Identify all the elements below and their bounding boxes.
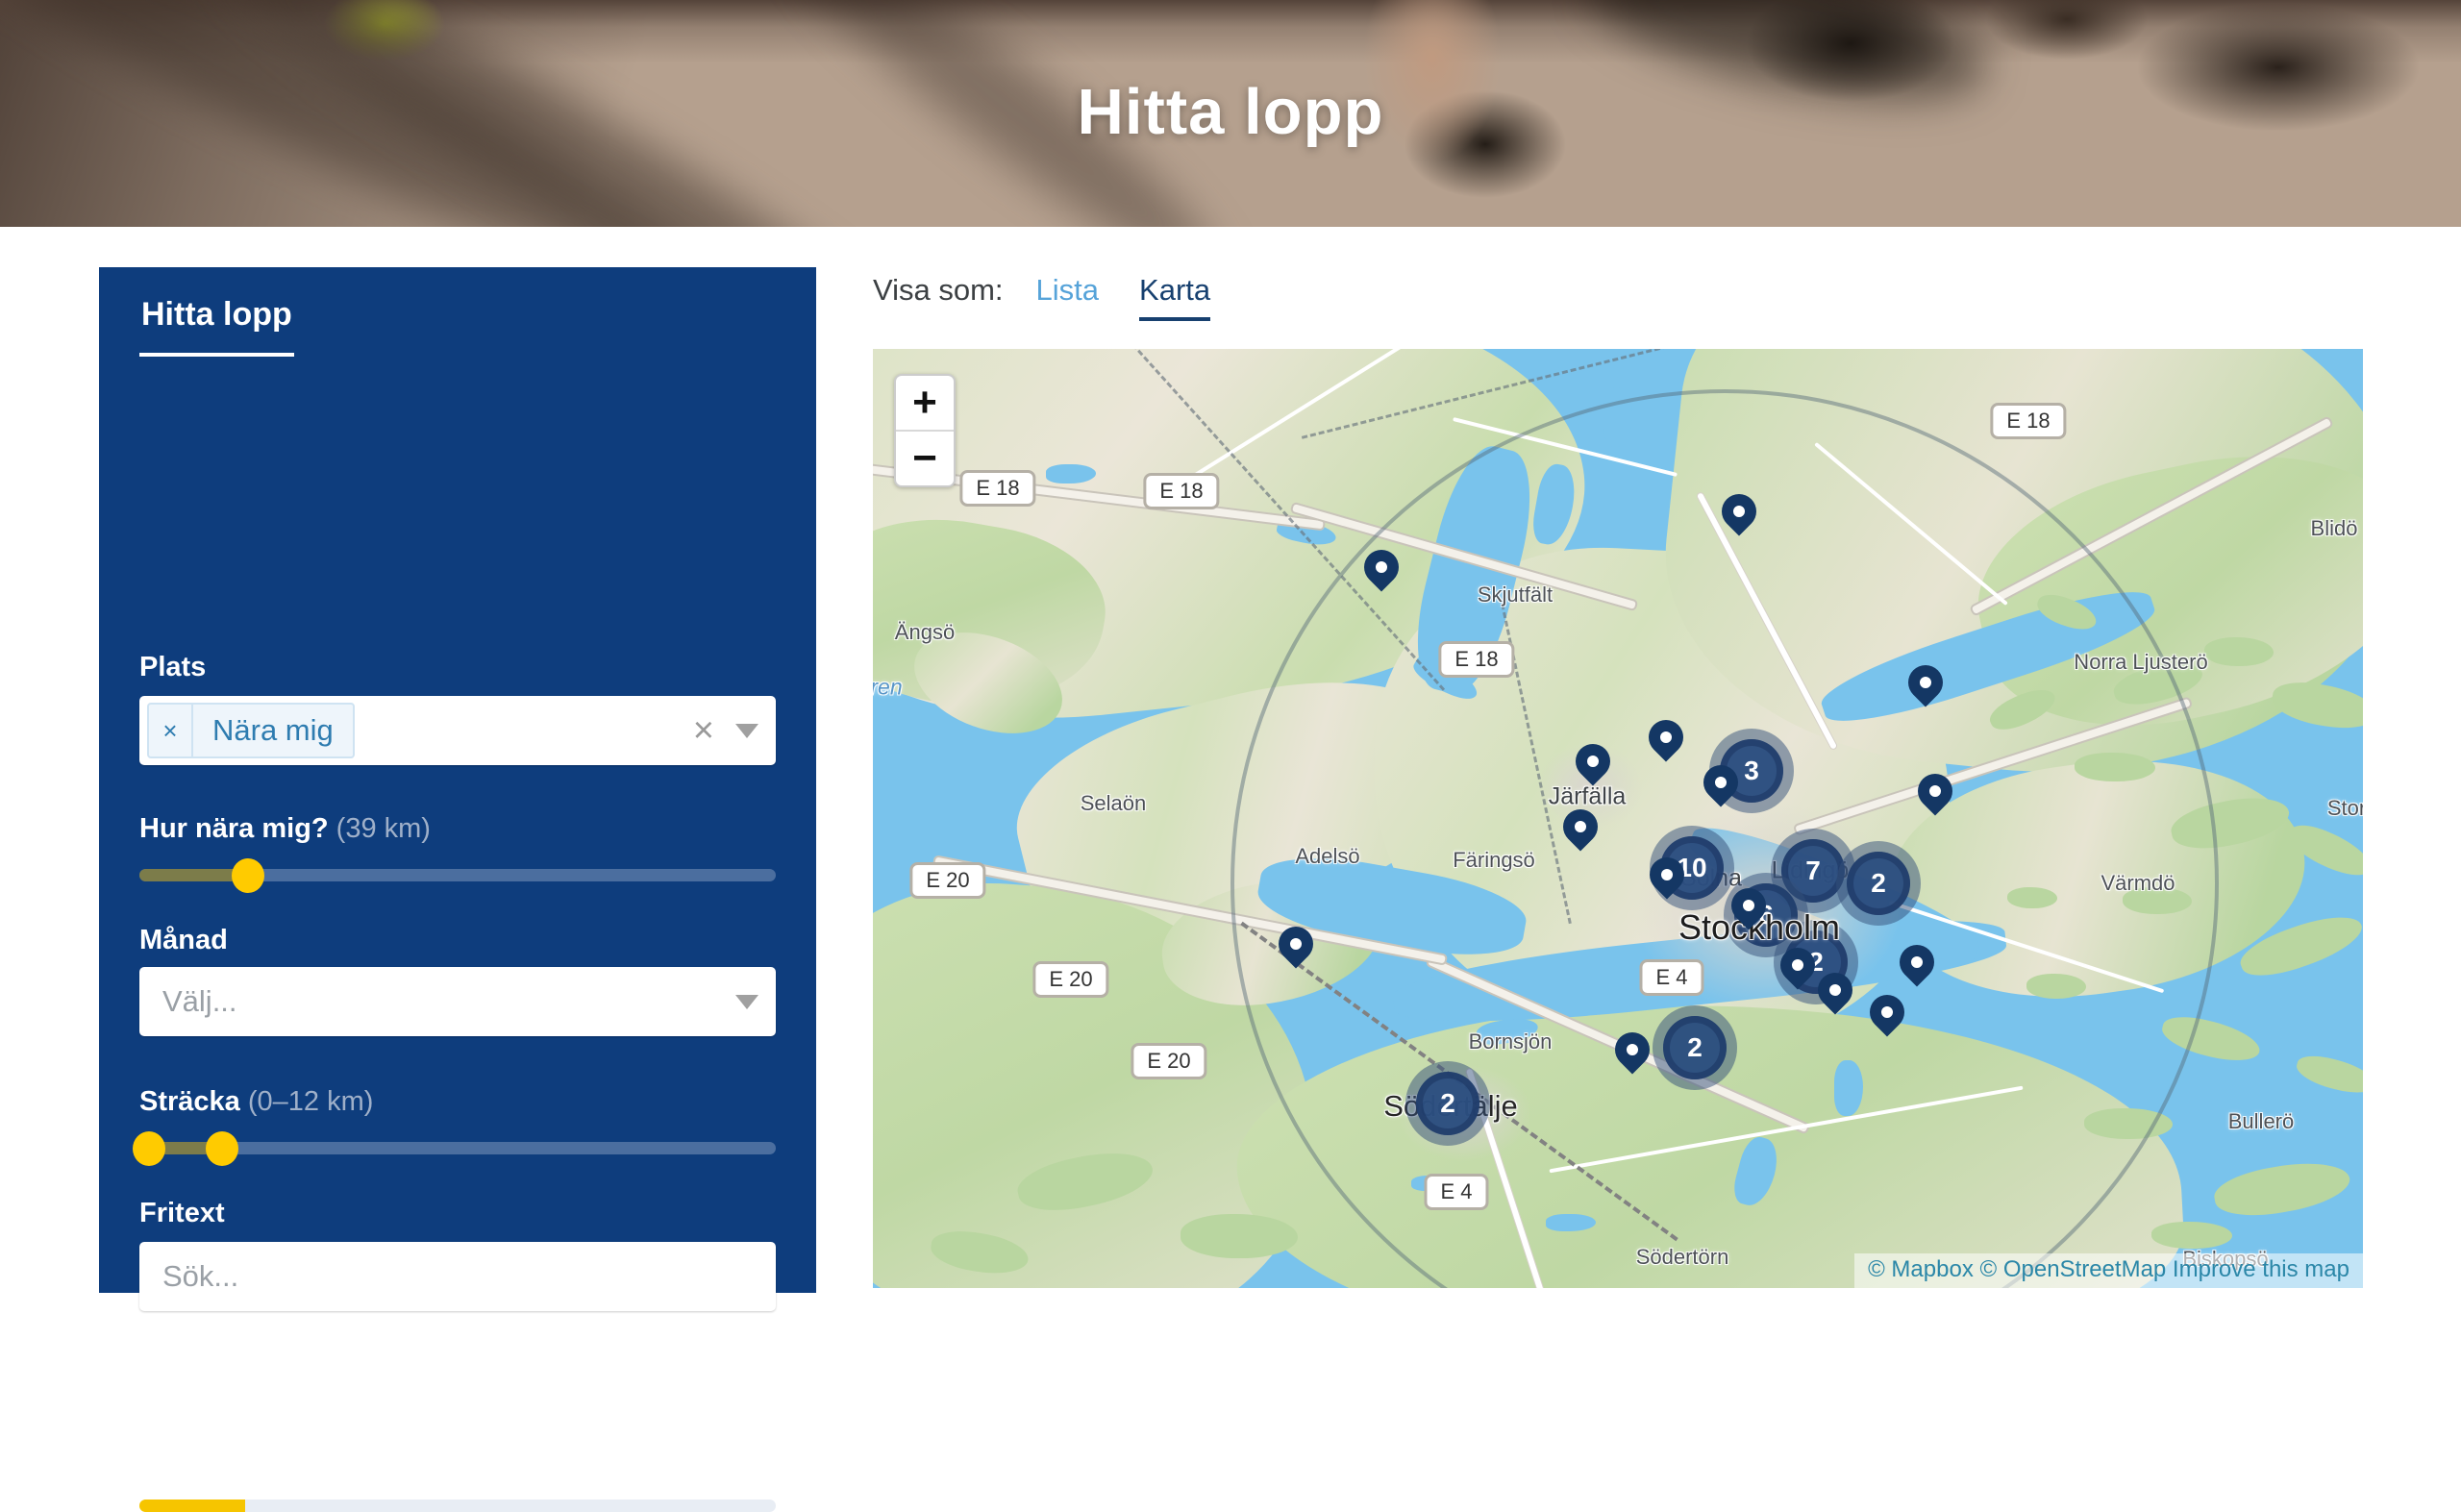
- map-pin[interactable]: [1649, 720, 1683, 755]
- map-island: [2151, 1222, 2232, 1249]
- map-pin[interactable]: [1870, 995, 1904, 1029]
- stretch-slider[interactable]: [139, 1130, 776, 1165]
- map-place-label: Adelsö: [1295, 844, 1359, 869]
- map-road-shield: E 4: [1424, 1174, 1488, 1210]
- plats-select[interactable]: × Nära mig ×: [139, 696, 776, 765]
- map-island: [2269, 677, 2363, 734]
- fritext-input[interactable]: Sök...: [139, 1242, 776, 1311]
- stretch-value: (0–12 km): [248, 1086, 374, 1117]
- map-island: [1181, 1214, 1298, 1258]
- distance-label: Hur nära mig? (39 km): [139, 813, 776, 845]
- map-place-label: ren: [873, 675, 903, 701]
- tag-remove-icon[interactable]: ×: [149, 705, 193, 756]
- map-pin[interactable]: [1703, 765, 1738, 800]
- map-road-shield: E 18: [1990, 403, 2066, 439]
- chevron-down-icon[interactable]: [735, 724, 758, 738]
- map-pin[interactable]: [1576, 744, 1610, 779]
- slider-handle-high[interactable]: [206, 1131, 238, 1166]
- map-place-label: Skjutfält: [1478, 582, 1553, 607]
- map-island: [2211, 1154, 2353, 1224]
- month-placeholder: Välj...: [162, 984, 237, 1019]
- slider-handle[interactable]: [232, 858, 264, 893]
- clear-icon[interactable]: ×: [693, 712, 714, 749]
- map-pin[interactable]: [1650, 857, 1684, 892]
- map-place-label: Bullerö: [2228, 1109, 2294, 1134]
- chevron-down-icon[interactable]: [735, 995, 758, 1009]
- map-zoom-control: + −: [894, 374, 956, 487]
- distance-value: (39 km): [336, 813, 431, 844]
- map-pin[interactable]: [1818, 973, 1852, 1007]
- map-cluster-marker[interactable]: 2: [1405, 1061, 1490, 1146]
- map-place-label: Blidö: [2311, 516, 2358, 541]
- upcoming-checkbox[interactable]: [139, 1369, 164, 1394]
- map-island: [2204, 637, 2274, 666]
- stretch-label: Sträcka (0–12 km): [139, 1086, 776, 1118]
- view-switch-label: Visa som:: [873, 273, 1004, 308]
- map-road-shield: E 20: [1032, 961, 1108, 998]
- filter-panel: Hitta lopp Plats × Nära mig × Hur nära m…: [99, 267, 816, 1293]
- upcoming-checkbox-label: Endast lopp som inte har varit ännu.: [184, 1365, 630, 1397]
- month-select[interactable]: Välj...: [139, 967, 776, 1036]
- page-title: Hitta lopp: [0, 75, 2461, 149]
- map-canvas[interactable]: Ängsö Skjutfält Selaön Adelsö Färingsö Järfäl…: [873, 349, 2363, 1288]
- map-island: [2294, 1051, 2363, 1100]
- map-pin[interactable]: [1279, 927, 1313, 961]
- map-pin[interactable]: [1780, 948, 1815, 982]
- slider-handle-low[interactable]: [133, 1131, 165, 1166]
- map-cluster-marker[interactable]: 2: [1836, 841, 1921, 926]
- map-cluster-marker[interactable]: 2: [1653, 1005, 1737, 1090]
- fritext-label: Fritext: [139, 1198, 776, 1229]
- map-road-shield: E 4: [1639, 959, 1703, 996]
- zoom-in-button[interactable]: +: [896, 376, 954, 432]
- panel-heading: Hitta lopp: [139, 296, 776, 357]
- results-count: Visar 70 av 421.: [139, 1451, 776, 1483]
- map-road-shield: E 20: [909, 862, 985, 899]
- results-progress-fill: [139, 1500, 245, 1512]
- tab-karta[interactable]: Karta: [1139, 273, 1210, 321]
- map-pin[interactable]: [1918, 774, 1952, 808]
- map-road-shield: E 18: [959, 470, 1035, 507]
- map-place-label: Stor: [2327, 796, 2363, 821]
- map-pin[interactable]: [1364, 550, 1399, 584]
- plats-tag-label: Nära mig: [193, 705, 353, 756]
- plats-tag: × Nära mig: [147, 703, 355, 758]
- map-road-shield: E 18: [1143, 473, 1219, 509]
- map-road-shield: E 18: [1438, 641, 1514, 678]
- fritext-placeholder: Sök...: [162, 1259, 238, 1294]
- tab-lista[interactable]: Lista: [1036, 273, 1099, 317]
- map-pin[interactable]: [1615, 1032, 1650, 1067]
- hero-banner: Hitta lopp: [0, 0, 2461, 227]
- month-label: Månad: [139, 925, 776, 956]
- map-pin[interactable]: [1908, 665, 1943, 700]
- view-switch: Visa som: Lista Karta: [873, 273, 1251, 321]
- map-place-label: Värmdö: [2101, 871, 2175, 896]
- upcoming-filter-row: Endast lopp som inte har varit ännu.: [139, 1365, 776, 1397]
- map-place-label: Bornsjön: [1469, 1029, 1553, 1054]
- map-attribution[interactable]: © Mapbox © OpenStreetMap Improve this ma…: [1854, 1253, 2363, 1288]
- map-place-label: Färingsö: [1453, 848, 1535, 873]
- results-progress: [139, 1500, 776, 1512]
- plats-label: Plats: [139, 652, 776, 683]
- map-place-label: Selaön: [1081, 791, 1147, 816]
- map-pin[interactable]: [1900, 945, 1934, 979]
- distance-slider[interactable]: [139, 857, 776, 892]
- map-road-shield: E 20: [1131, 1043, 1206, 1079]
- map-pin[interactable]: [1722, 494, 1756, 529]
- map-place-label: Norra Ljusterö: [2074, 650, 2207, 675]
- zoom-out-button[interactable]: −: [896, 432, 954, 485]
- map-pin[interactable]: [1563, 809, 1598, 844]
- map-pin[interactable]: [1731, 888, 1766, 923]
- map-place-label: Södertörn: [1636, 1245, 1729, 1270]
- map-place-label: Järfälla: [1549, 783, 1627, 811]
- map-place-label: Ängsö: [895, 620, 955, 645]
